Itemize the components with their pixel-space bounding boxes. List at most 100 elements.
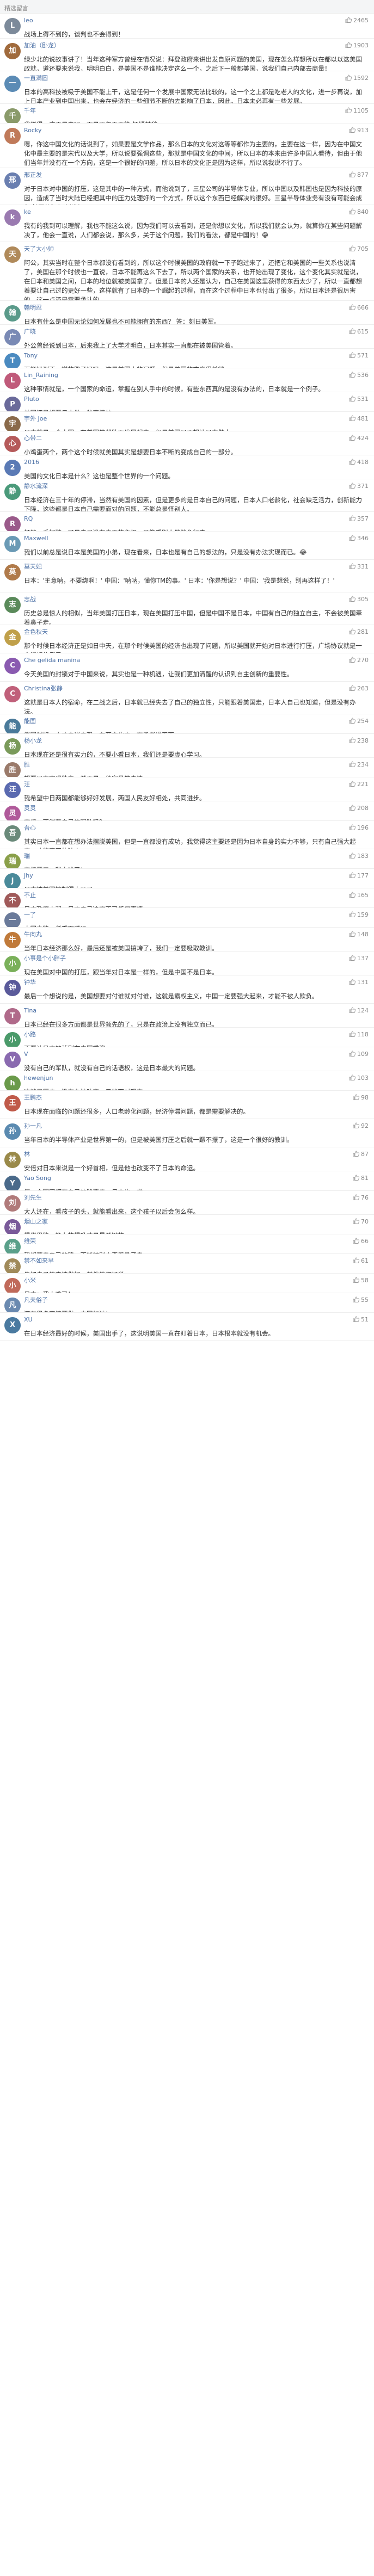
avatar[interactable]: L	[4, 373, 21, 389]
like-button[interactable]: 81	[353, 1175, 369, 1182]
avatar[interactable]: 一	[4, 76, 21, 92]
avatar[interactable]: 小	[4, 1032, 21, 1047]
like-button[interactable]: 221	[349, 781, 369, 788]
avatar[interactable]: 小	[4, 1278, 21, 1293]
like-button[interactable]: 98	[353, 1094, 369, 1101]
avatar[interactable]: k	[4, 209, 21, 226]
user-name[interactable]: 孙一凡	[24, 1122, 369, 1130]
user-name[interactable]: hewenjun	[24, 1074, 369, 1082]
like-button[interactable]: 51	[353, 1316, 369, 1323]
user-name[interactable]: 禁不如来早	[24, 1257, 369, 1265]
like-button[interactable]: 571	[349, 352, 369, 359]
avatar[interactable]: V	[4, 1052, 21, 1068]
user-name[interactable]: 静水流深	[24, 483, 369, 490]
avatar[interactable]: 莫	[4, 564, 21, 580]
like-button[interactable]: 424	[349, 435, 369, 442]
user-name[interactable]: 翰明忍	[24, 304, 369, 312]
user-name[interactable]: 杨小龙	[24, 737, 369, 745]
user-name[interactable]: Pluto	[24, 396, 369, 403]
avatar[interactable]: 不	[4, 893, 21, 907]
avatar[interactable]: 王	[4, 1095, 21, 1111]
avatar[interactable]: 烟	[4, 1219, 21, 1234]
user-name[interactable]: 志战	[24, 596, 369, 603]
user-name[interactable]: 小路	[24, 1031, 369, 1039]
like-button[interactable]: 1592	[345, 75, 369, 82]
avatar[interactable]: 翰	[4, 305, 21, 322]
avatar[interactable]: 孙	[4, 1123, 21, 1140]
user-name[interactable]: V	[24, 1051, 369, 1058]
avatar[interactable]: 钟	[4, 980, 21, 996]
like-button[interactable]: 357	[349, 515, 369, 522]
like-button[interactable]: 263	[349, 685, 369, 692]
user-name[interactable]: leo	[24, 17, 369, 24]
like-button[interactable]: 331	[349, 563, 369, 570]
user-name[interactable]: 钟华	[24, 979, 369, 986]
avatar[interactable]: T	[4, 353, 21, 368]
user-name[interactable]: 心带二	[24, 435, 369, 442]
avatar[interactable]: T	[4, 1008, 21, 1024]
avatar[interactable]: C	[4, 658, 21, 674]
user-name[interactable]: Che gelida manina	[24, 657, 369, 664]
avatar[interactable]: 天	[4, 246, 21, 263]
like-button[interactable]: 118	[349, 1031, 369, 1038]
user-name[interactable]: Maxwell	[24, 535, 369, 542]
like-button[interactable]: 55	[353, 1296, 369, 1304]
avatar[interactable]: 2	[4, 460, 21, 476]
like-button[interactable]: 281	[349, 628, 369, 635]
avatar[interactable]: 吾	[4, 825, 21, 842]
user-name[interactable]: 一直满圆	[24, 75, 369, 82]
like-button[interactable]: 76	[353, 1194, 369, 1201]
user-name[interactable]: 宇外 Joe	[24, 415, 369, 423]
avatar[interactable]: 汪	[4, 782, 21, 798]
user-name[interactable]: 天了大小帅	[24, 245, 369, 253]
user-name[interactable]: RQ	[24, 515, 369, 523]
avatar[interactable]: 加	[4, 43, 21, 59]
user-name[interactable]: XU	[24, 1316, 369, 1324]
user-name[interactable]: 邢正发	[24, 171, 369, 179]
user-name[interactable]: 烟山之家	[24, 1218, 369, 1226]
like-button[interactable]: 305	[349, 596, 369, 603]
user-name[interactable]: 千年	[24, 107, 369, 115]
user-name[interactable]: 2016	[24, 459, 369, 466]
like-button[interactable]: 238	[349, 737, 369, 744]
like-button[interactable]: 208	[349, 805, 369, 812]
like-button[interactable]: 66	[353, 1238, 369, 1245]
avatar[interactable]: 志	[4, 597, 21, 613]
like-button[interactable]: 840	[349, 208, 369, 215]
avatar[interactable]: M	[4, 536, 21, 552]
like-button[interactable]: 536	[349, 372, 369, 379]
user-name[interactable]: Jhy	[24, 872, 369, 880]
user-name[interactable]: 汪	[24, 781, 369, 788]
avatar[interactable]: 灵	[4, 806, 21, 820]
like-button[interactable]: 234	[349, 761, 369, 768]
like-button[interactable]: 254	[349, 718, 369, 725]
like-button[interactable]: 124	[349, 1007, 369, 1014]
like-button[interactable]: 196	[349, 824, 369, 831]
like-button[interactable]: 481	[349, 415, 369, 422]
user-name[interactable]: 不止	[24, 892, 369, 899]
user-name[interactable]: 一了	[24, 911, 369, 919]
user-name[interactable]: 金色秋天	[24, 628, 369, 636]
avatar[interactable]: h	[4, 1076, 21, 1090]
user-name[interactable]: 广晓	[24, 328, 369, 336]
user-name[interactable]: Christina张静	[24, 685, 369, 693]
user-name[interactable]: Yao Song	[24, 1175, 369, 1182]
avatar[interactable]: 刘	[4, 1195, 21, 1212]
user-name[interactable]: 凡夫俗子	[24, 1296, 369, 1304]
avatar[interactable]: 宇	[4, 416, 21, 431]
avatar[interactable]: 小	[4, 956, 21, 972]
avatar[interactable]: 胜	[4, 762, 21, 777]
avatar[interactable]: 禁	[4, 1258, 21, 1273]
like-button[interactable]: 159	[349, 911, 369, 918]
like-button[interactable]: 109	[349, 1051, 369, 1058]
like-button[interactable]: 2465	[345, 17, 369, 24]
user-name[interactable]: 胜	[24, 761, 369, 769]
like-button[interactable]: 1903	[345, 42, 369, 49]
user-name[interactable]: Rocky	[24, 127, 369, 134]
like-button[interactable]: 418	[349, 459, 369, 466]
avatar[interactable]: 林	[4, 1152, 21, 1168]
like-button[interactable]: 58	[353, 1277, 369, 1284]
user-name[interactable]: 加油（卧龙）	[24, 42, 369, 50]
avatar[interactable]: 心	[4, 436, 21, 452]
user-name[interactable]: Tony	[24, 352, 369, 360]
